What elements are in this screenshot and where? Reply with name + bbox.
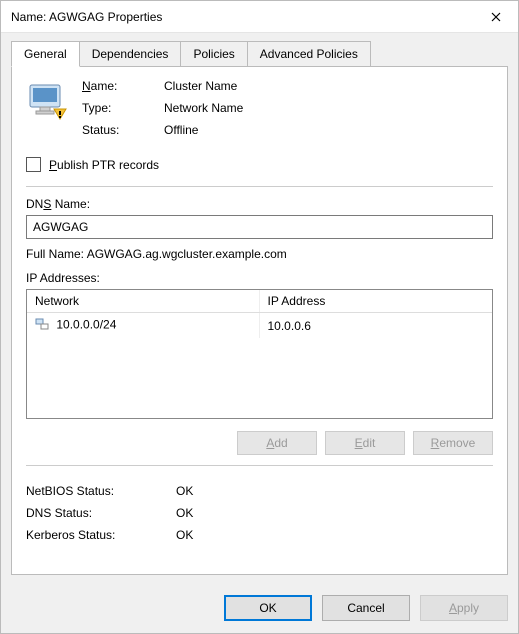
separator-2 xyxy=(26,465,493,466)
status-section: NetBIOS Status: OK DNS Status: OK Kerber… xyxy=(26,484,493,550)
tab-policies[interactable]: Policies xyxy=(180,41,247,66)
kerberos-status-label: Kerberos Status: xyxy=(26,528,176,542)
ip-addresses-label: IP Addresses: xyxy=(26,271,493,285)
edit-button: Edit xyxy=(325,431,405,455)
ip-addresses-table[interactable]: Network IP Address 10.0.0.0/24 10.0.0. xyxy=(26,289,493,419)
publish-ptr-row[interactable]: Publish PTR records xyxy=(26,157,493,172)
info-section: Name: Cluster Name Type: Network Name St… xyxy=(26,79,493,145)
status-label: Status: xyxy=(82,123,164,137)
dns-name-input[interactable] xyxy=(26,215,493,239)
close-button[interactable] xyxy=(473,1,518,33)
full-name-row: Full Name: AGWGAG.ag.wgcluster.example.c… xyxy=(26,247,493,261)
titlebar: Name: AGWGAG Properties xyxy=(1,1,518,33)
table-row[interactable]: 10.0.0.0/24 10.0.0.6 xyxy=(27,313,492,338)
window-title: Name: AGWGAG Properties xyxy=(1,10,473,24)
full-name-label: Full Name: xyxy=(26,247,84,261)
ok-button[interactable]: OK xyxy=(224,595,312,621)
content-area: General Dependencies Policies Advanced P… xyxy=(1,33,518,585)
dialog-buttons: OK Cancel Apply xyxy=(1,585,518,633)
publish-ptr-label: Publish PTR records xyxy=(49,158,159,172)
dns-status-value: OK xyxy=(176,506,493,520)
apply-button: Apply xyxy=(420,595,508,621)
cell-ip: 10.0.0.6 xyxy=(260,315,493,337)
tab-dependencies[interactable]: Dependencies xyxy=(79,41,182,66)
info-grid: Name: Cluster Name Type: Network Name St… xyxy=(82,79,493,145)
separator-1 xyxy=(26,186,493,187)
type-value: Network Name xyxy=(164,101,493,115)
full-name-value: AGWGAG.ag.wgcluster.example.com xyxy=(87,247,287,261)
add-button: Add xyxy=(237,431,317,455)
properties-window: Name: AGWGAG Properties General Dependen… xyxy=(0,0,519,634)
tabstrip: General Dependencies Policies Advanced P… xyxy=(11,41,508,66)
type-label: Type: xyxy=(82,101,164,115)
monitor-icon xyxy=(26,79,70,123)
publish-ptr-checkbox[interactable] xyxy=(26,157,41,172)
cancel-button[interactable]: Cancel xyxy=(322,595,410,621)
col-ip[interactable]: IP Address xyxy=(260,290,493,312)
table-header: Network IP Address xyxy=(27,290,492,313)
name-value: Cluster Name xyxy=(164,79,493,93)
kerberos-status-value: OK xyxy=(176,528,493,542)
status-value: Offline xyxy=(164,123,493,137)
close-icon xyxy=(491,12,501,22)
remove-button: Remove xyxy=(413,431,493,455)
dns-name-label: DNS Name: xyxy=(26,197,493,211)
dns-status-label: DNS Status: xyxy=(26,506,176,520)
cell-network-text: 10.0.0.0/24 xyxy=(56,318,116,332)
col-network[interactable]: Network xyxy=(27,290,260,312)
netbios-status-label: NetBIOS Status: xyxy=(26,484,176,498)
name-label: Name: xyxy=(82,79,164,93)
tab-panel-general: Name: Cluster Name Type: Network Name St… xyxy=(11,66,508,575)
resource-icon-cell xyxy=(26,79,82,145)
netbios-status-value: OK xyxy=(176,484,493,498)
ip-buttons-row: Add Edit Remove xyxy=(26,431,493,455)
tab-general[interactable]: General xyxy=(11,41,80,67)
tab-advanced-policies[interactable]: Advanced Policies xyxy=(247,41,371,66)
cell-network: 10.0.0.0/24 xyxy=(27,313,260,338)
network-icon xyxy=(35,317,49,334)
